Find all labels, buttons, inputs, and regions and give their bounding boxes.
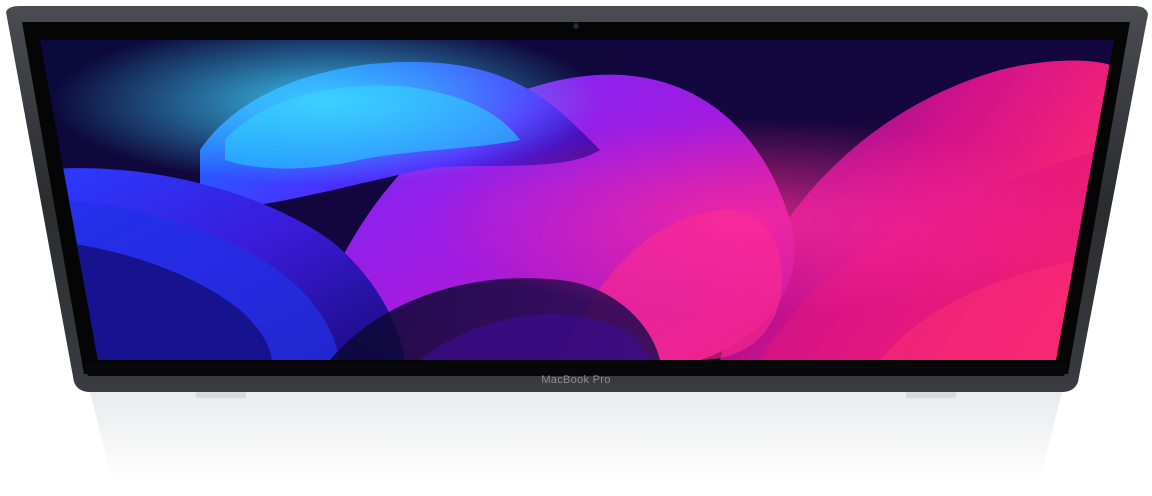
right-foot [906, 392, 956, 398]
product-photo: MacBook Pro [0, 0, 1152, 496]
display-wallpaper [40, 40, 1114, 360]
laptop-illustration [6, 6, 1148, 480]
brand-label: MacBook Pro [541, 374, 611, 386]
left-foot [196, 392, 246, 398]
floor-reflection [90, 392, 1062, 480]
